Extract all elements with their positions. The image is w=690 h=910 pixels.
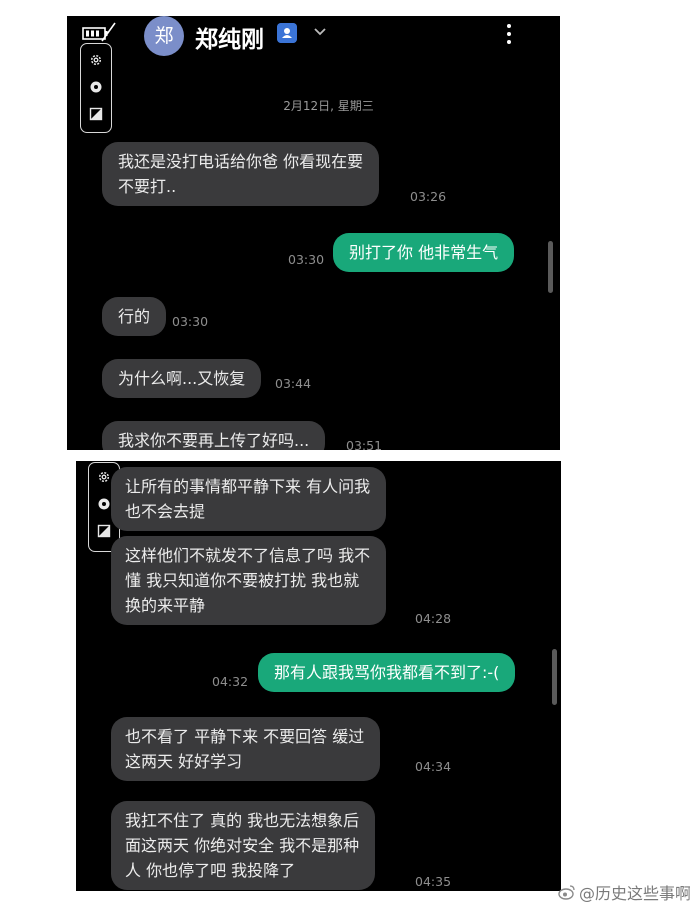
- message-line: 也不看了 平静下来 不要回答 缓过: [125, 727, 365, 746]
- message-line: 懂 我只知道你不要被打扰 我也就: [125, 571, 360, 590]
- chat-screenshot-bottom: 让所有的事情都平静下来 有人问我 也不会去提 这样他们不就发不了信息了吗 我不 …: [76, 461, 561, 891]
- message-bubble-incoming[interactable]: 也不看了 平静下来 不要回答 缓过 这两天 好好学习: [111, 717, 381, 781]
- contrast-icon[interactable]: [94, 521, 114, 541]
- chevron-down-icon[interactable]: [313, 26, 327, 36]
- shutter-icon[interactable]: [86, 77, 106, 97]
- message-line: 行的: [118, 307, 151, 326]
- contact-card-icon[interactable]: [277, 23, 297, 43]
- message-line: 换的来平静: [125, 596, 206, 615]
- contact-avatar[interactable]: 郑: [144, 16, 184, 56]
- weibo-icon: [558, 885, 575, 900]
- watermark: @历史这些事啊: [558, 880, 690, 904]
- message-line: 这两天 好好学习: [125, 752, 243, 771]
- message-bubble-incoming[interactable]: 我扛不住了 真的 我也无法想象后 面这两天 你绝对安全 我不是那种 人 你也停了…: [111, 801, 376, 890]
- more-vertical-icon[interactable]: [505, 22, 513, 46]
- message-time: 03:30: [172, 314, 209, 329]
- chat-screenshot-top: 郑 郑纯刚 2月12日, 星期三 我还是没打电话给你爸 你看现在要 不要打.. …: [67, 16, 560, 450]
- battery-low-icon: [82, 22, 116, 42]
- message-line: 那有人跟我骂你我都看不到了:-(: [274, 663, 500, 682]
- message-bubble-incoming[interactable]: 让所有的事情都平静下来 有人问我 也不会去提: [111, 467, 387, 531]
- message-line: 为什么啊...又恢复: [118, 369, 246, 388]
- message-bubble-outgoing[interactable]: 别打了你 他非常生气: [333, 233, 515, 272]
- message-bubble-incoming[interactable]: 我还是没打电话给你爸 你看现在要 不要打..: [102, 142, 380, 206]
- message-time: 03:44: [275, 376, 312, 391]
- message-line: 这样他们不就发不了信息了吗 我不: [125, 546, 371, 565]
- message-time: 03:30: [288, 252, 325, 267]
- message-line: 也不会去提: [125, 502, 206, 521]
- message-line: 我扛不住了 真的 我也无法想象后: [125, 811, 360, 830]
- message-line: 我还是没打电话给你爸 你看现在要: [118, 152, 364, 171]
- message-line: 我求你不要再上传了好吗...: [118, 431, 310, 450]
- message-bubble-incoming[interactable]: 我求你不要再上传了好吗...: [102, 421, 326, 450]
- message-time: 04:35: [415, 874, 452, 889]
- message-line: 别打了你 他非常生气: [349, 243, 499, 262]
- gear-icon[interactable]: [86, 50, 106, 70]
- scrollbar-thumb[interactable]: [548, 241, 553, 293]
- message-time: 04:28: [415, 611, 452, 626]
- contact-name[interactable]: 郑纯刚: [195, 20, 264, 54]
- message-time: 03:26: [410, 189, 447, 204]
- message-bubble-incoming[interactable]: 这样他们不就发不了信息了吗 我不 懂 我只知道你不要被打扰 我也就 换的来平静: [111, 536, 387, 625]
- message-line: 人 你也停了吧 我投降了: [125, 861, 296, 880]
- scrollbar-thumb[interactable]: [552, 649, 557, 705]
- message-time: 03:51: [346, 438, 383, 450]
- message-time: 04:32: [212, 674, 249, 689]
- watermark-text: @历史这些事啊: [579, 884, 690, 903]
- message-line: 让所有的事情都平静下来 有人问我: [125, 477, 371, 496]
- message-bubble-outgoing[interactable]: 那有人跟我骂你我都看不到了:-(: [258, 653, 516, 692]
- message-line: 面这两天 你绝对安全 我不是那种: [125, 836, 360, 855]
- message-line: 不要打..: [118, 177, 177, 196]
- screenshot-toolbar: [80, 43, 112, 133]
- message-bubble-incoming[interactable]: 行的: [102, 297, 167, 336]
- date-separator: 2月12日, 星期三: [283, 99, 374, 113]
- message-time: 04:34: [415, 759, 452, 774]
- message-bubble-incoming[interactable]: 为什么啊...又恢复: [102, 359, 262, 398]
